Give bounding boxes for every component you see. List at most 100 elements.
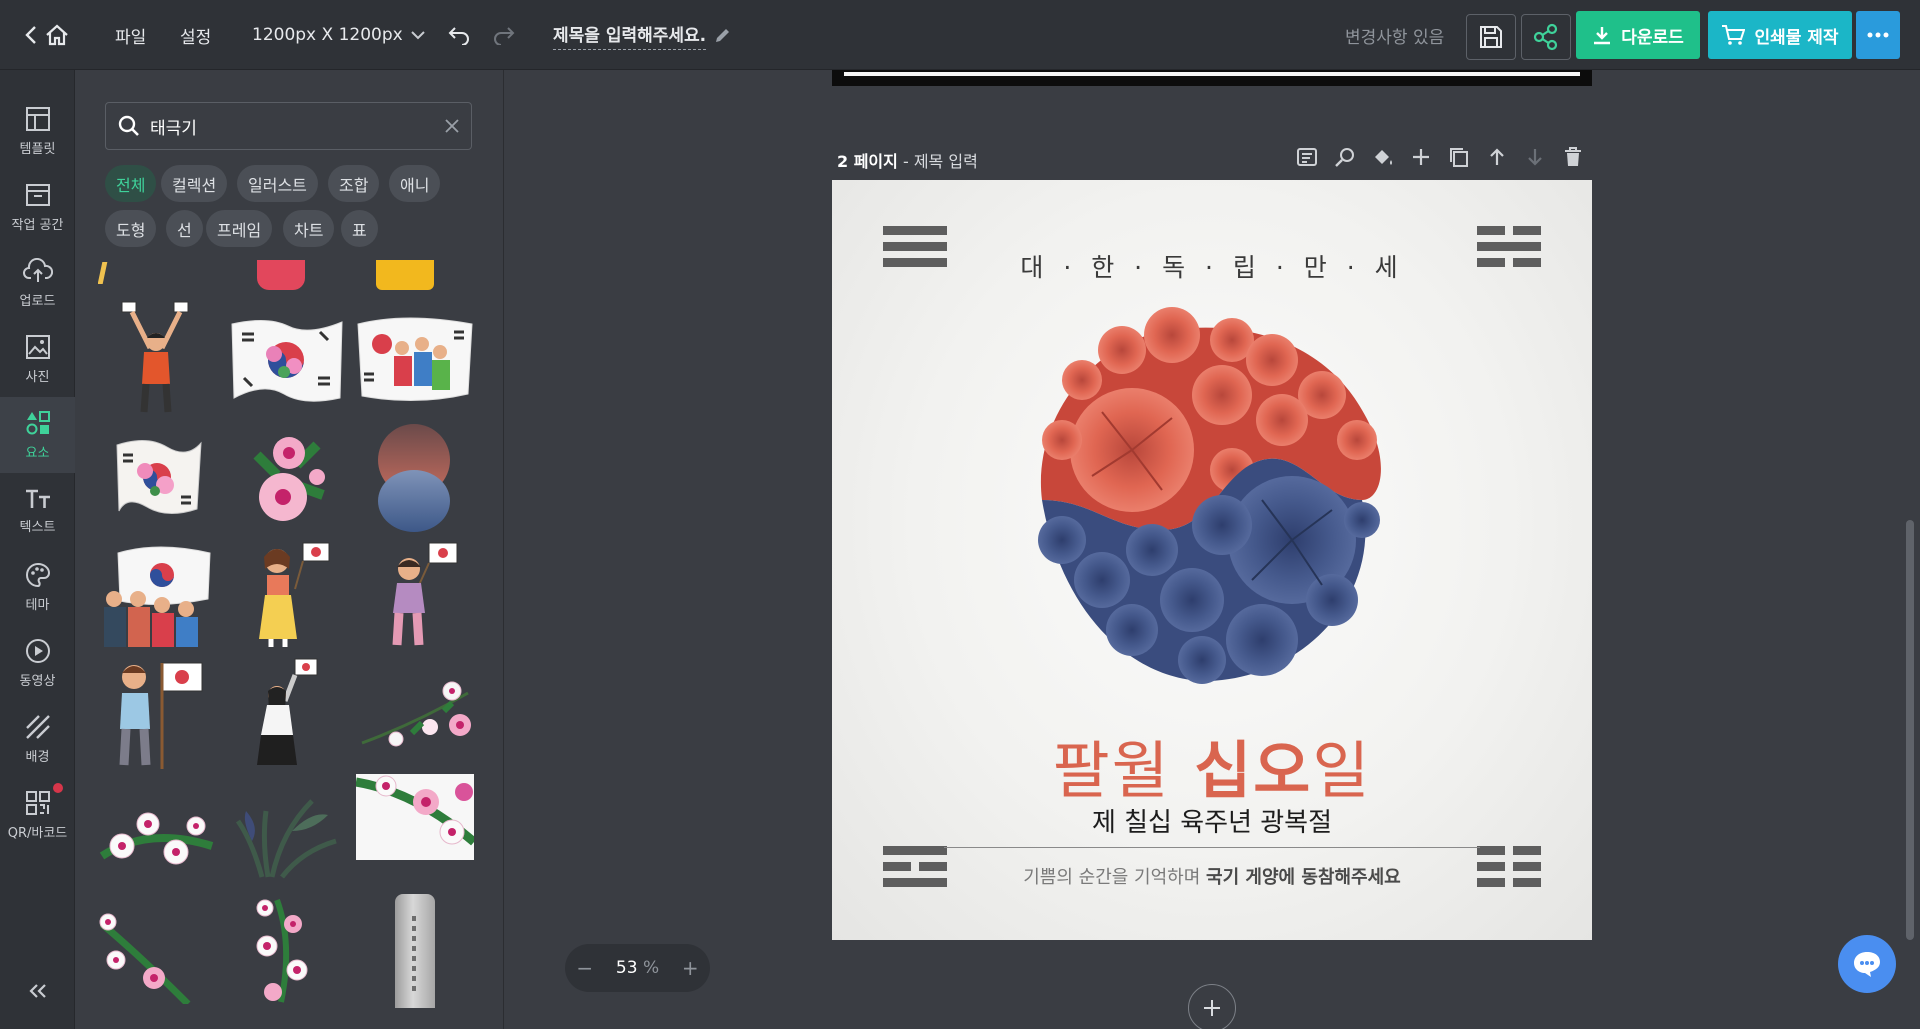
chip-shape[interactable]: 도형 xyxy=(105,210,157,247)
page-background-color-button[interactable] xyxy=(1371,145,1395,169)
canvas-size-dropdown[interactable]: 1200px X 1200px xyxy=(252,0,425,70)
arrow-up-icon xyxy=(1490,148,1504,165)
rail-item-qr-barcode[interactable]: QR/바코드 xyxy=(0,777,75,853)
undo-icon xyxy=(448,27,469,45)
element-thumbnail[interactable] xyxy=(228,654,346,772)
element-thumbnail[interactable] xyxy=(356,890,474,1008)
memo-icon xyxy=(1297,148,1317,166)
move-page-up-button[interactable] xyxy=(1485,145,1509,169)
background-icon xyxy=(25,714,50,739)
element-thumbnail[interactable] xyxy=(228,890,346,1008)
design-top-text[interactable]: 대 · 한 · 독 · 립 · 만 · 세 xyxy=(832,248,1592,284)
back-home-button[interactable] xyxy=(24,0,70,70)
canvas-size-label: 1200px X 1200px xyxy=(252,25,403,45)
element-search-box[interactable]: 태극기 xyxy=(105,102,472,150)
previous-page-bottom[interactable] xyxy=(832,70,1592,86)
undo-button[interactable] xyxy=(447,0,471,70)
design-divider[interactable] xyxy=(944,847,1480,848)
title-part-c: 일 xyxy=(1312,734,1372,807)
element-thumbnail[interactable] xyxy=(98,654,216,772)
rail-item-theme[interactable]: 테마 xyxy=(0,549,75,625)
element-thumbnail[interactable] xyxy=(98,536,216,654)
element-thumbnail[interactable] xyxy=(356,772,474,890)
rail-item-background[interactable]: 배경 xyxy=(0,701,75,777)
element-thumbnail[interactable] xyxy=(228,536,346,654)
page-notes-button[interactable] xyxy=(1295,145,1319,169)
element-thumbnail[interactable] xyxy=(98,890,216,1008)
chip-illustration[interactable]: 일러스트 xyxy=(237,165,318,202)
rail-item-text[interactable]: 텍스트 xyxy=(0,473,75,549)
workspace-icon xyxy=(25,183,50,206)
chip-table[interactable]: 표 xyxy=(341,210,378,247)
chat-support-button[interactable] xyxy=(1838,935,1896,993)
magic-tool-button[interactable] xyxy=(1333,145,1357,169)
flower-branch-illustration xyxy=(361,681,471,747)
print-order-button[interactable]: 인쇄물 제작 xyxy=(1708,11,1852,59)
family-with-flag-illustration xyxy=(104,546,211,647)
element-thumbnail[interactable] xyxy=(98,772,216,890)
settings-menu[interactable]: 설정 xyxy=(180,0,211,70)
plus-icon xyxy=(1413,149,1429,165)
rail-item-video[interactable]: 동영상 xyxy=(0,625,75,701)
more-options-button[interactable] xyxy=(1856,11,1900,59)
download-button[interactable]: 다운로드 xyxy=(1576,11,1700,59)
clear-search-icon[interactable] xyxy=(445,119,459,133)
rail-item-template[interactable]: 템플릿 xyxy=(0,93,75,169)
collapse-panel-button[interactable] xyxy=(0,983,75,999)
move-page-down-button[interactable] xyxy=(1523,145,1547,169)
cheering-person-illustration xyxy=(121,301,189,413)
design-page[interactable]: 대 · 한 · 독 · 립 · 만 · 세 팔월 십오일 제 칠십 육주년 광복… xyxy=(832,180,1592,940)
zoom-in-button[interactable]: + xyxy=(682,956,699,980)
zoom-out-button[interactable]: − xyxy=(576,956,593,980)
add-page-button[interactable] xyxy=(1409,145,1433,169)
duplicate-page-button[interactable] xyxy=(1447,145,1471,169)
zoom-value[interactable]: 53 % xyxy=(616,958,659,978)
file-menu[interactable]: 파일 xyxy=(115,0,146,70)
element-thumbnail[interactable] xyxy=(228,772,346,890)
design-title[interactable]: 팔월 십오일 xyxy=(832,720,1592,810)
pencil-icon xyxy=(716,29,730,42)
rail-item-elements[interactable]: 요소 xyxy=(0,397,75,473)
rail-item-workspace[interactable]: 작업 공간 xyxy=(0,169,75,245)
element-thumbnail[interactable] xyxy=(228,300,346,418)
document-title[interactable]: 제목을 입력해주세요. xyxy=(553,0,732,70)
element-thumbnail[interactable] xyxy=(356,536,474,654)
design-subtitle[interactable]: 제 칠십 육주년 광복절 xyxy=(832,802,1592,839)
left-nav-rail: 템플릿 작업 공간 업로드 사진 요소 텍스트 테마 동영상 배경 QR/바코드 xyxy=(0,70,75,1029)
chip-frame[interactable]: 프레임 xyxy=(206,210,273,247)
video-icon xyxy=(25,638,50,663)
element-search-input[interactable]: 태극기 xyxy=(150,114,435,139)
element-thumbnail[interactable] xyxy=(228,418,346,536)
share-button[interactable] xyxy=(1521,14,1571,60)
rail-label: 테마 xyxy=(25,597,50,613)
element-thumbnail[interactable] xyxy=(98,418,216,536)
add-new-page-button[interactable] xyxy=(1188,984,1236,1029)
element-thumbnail[interactable] xyxy=(356,654,474,772)
design-footer[interactable]: 기쁨의 순간을 기억하며 국기 게양에 동참해주세요 xyxy=(832,863,1592,889)
chip-line[interactable]: 선 xyxy=(166,210,203,247)
element-thumbnail[interactable] xyxy=(356,418,474,536)
canvas-scrollbar[interactable] xyxy=(1906,520,1914,940)
mugunghwa-corner-illustration xyxy=(356,775,474,846)
text-icon xyxy=(25,489,50,508)
save-button[interactable] xyxy=(1466,14,1516,60)
waving-flag-flowers-illustration xyxy=(116,440,202,514)
canvas-workspace: 2 페이지 - 제목 입력 대 · 한 · 독 · 립 · 만 · 세 팔월 십… xyxy=(505,70,1920,1029)
redo-button[interactable] xyxy=(492,0,516,70)
paper-flower-taegeuk-image[interactable] xyxy=(1022,300,1402,700)
element-thumbnail[interactable] xyxy=(98,300,216,418)
chip-animation[interactable]: 애니 xyxy=(389,165,441,202)
chip-collection[interactable]: 컬렉션 xyxy=(161,165,228,202)
chip-chart[interactable]: 차트 xyxy=(283,210,335,247)
rail-label: 템플릿 xyxy=(19,141,56,157)
element-thumbnail[interactable] xyxy=(356,300,474,418)
chip-all[interactable]: 전체 xyxy=(105,165,157,202)
delete-page-button[interactable] xyxy=(1561,145,1585,169)
chip-combination[interactable]: 조합 xyxy=(328,165,380,202)
plus-icon xyxy=(1204,1000,1220,1016)
rail-item-upload[interactable]: 업로드 xyxy=(0,245,75,321)
page-title-input[interactable]: - 제목 입력 xyxy=(903,152,978,171)
rail-item-photo[interactable]: 사진 xyxy=(0,321,75,397)
document-title-input[interactable]: 제목을 입력해주세요. xyxy=(553,21,707,50)
chevron-down-icon xyxy=(410,30,425,39)
